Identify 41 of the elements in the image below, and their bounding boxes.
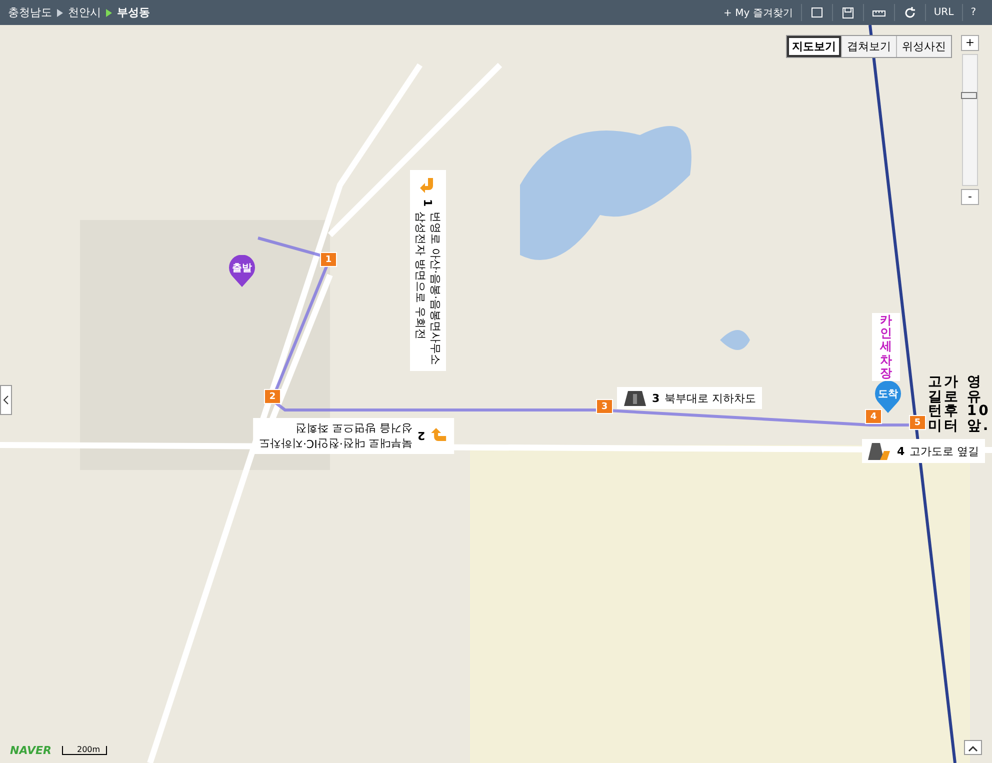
- scroll-up-button[interactable]: [964, 740, 982, 755]
- breadcrumb-link[interactable]: 부성동: [117, 5, 150, 20]
- map-logo: NAVER: [10, 744, 52, 757]
- refresh-icon: [902, 6, 917, 20]
- direction-text: 번영로 아산·음봉·음봉면사무소: [428, 212, 443, 366]
- zoom-out-button[interactable]: -: [961, 189, 979, 205]
- toolbar-button[interactable]: URL: [924, 4, 962, 21]
- zoom-slider[interactable]: [962, 54, 978, 186]
- step-number: 1: [422, 199, 434, 207]
- pond-shape: [720, 330, 750, 350]
- toolbar-button[interactable]: + My 즐겨찾기: [716, 4, 801, 21]
- direction-text: 북부대로 대전·천안IC·지하차도: [259, 436, 412, 451]
- chevron-up-icon: [968, 745, 978, 753]
- note-text: 턴후 10: [928, 404, 990, 420]
- direction-text: 성거읍 방면으로 좌회전: [294, 421, 412, 436]
- direction-text: 북부대로 지하차도: [664, 390, 756, 406]
- note-text: 길로 유: [928, 390, 983, 404]
- chevron-icon: [106, 8, 112, 16]
- tunnel-icon: [623, 390, 647, 406]
- direction-text: 고가도로 옆길: [910, 444, 980, 458]
- map-type-tab[interactable]: 위성사진: [896, 36, 951, 57]
- breadcrumb-link[interactable]: 천안시: [68, 5, 101, 20]
- step-number: 2: [417, 430, 426, 442]
- note-text: 고가 영: [928, 375, 984, 390]
- breadcrumb-link[interactable]: 충청남도: [8, 5, 52, 20]
- save-icon: [840, 6, 855, 20]
- direction-text: 삼성전자 방면으로 우회전: [413, 212, 428, 342]
- chevron-left-icon: [2, 394, 10, 404]
- zoom-slider-thumb[interactable]: [961, 92, 977, 99]
- toolbar-button[interactable]: ?: [962, 4, 984, 21]
- zoom-in-button[interactable]: +: [961, 35, 979, 51]
- chevron-icon: [57, 8, 63, 16]
- overpass-road-icon: [868, 442, 892, 460]
- step-number: 4: [897, 444, 905, 458]
- map-scale: 200m: [62, 746, 108, 755]
- map-type-tab[interactable]: 지도보기: [787, 36, 841, 57]
- place-note: 카인세차장: [872, 313, 900, 381]
- collapse-panel-button[interactable]: [0, 385, 12, 415]
- map-type-tab[interactable]: 겹쳐보기: [841, 36, 896, 57]
- step-number: 3: [652, 392, 660, 404]
- note-text: 미터 앞.: [928, 419, 990, 434]
